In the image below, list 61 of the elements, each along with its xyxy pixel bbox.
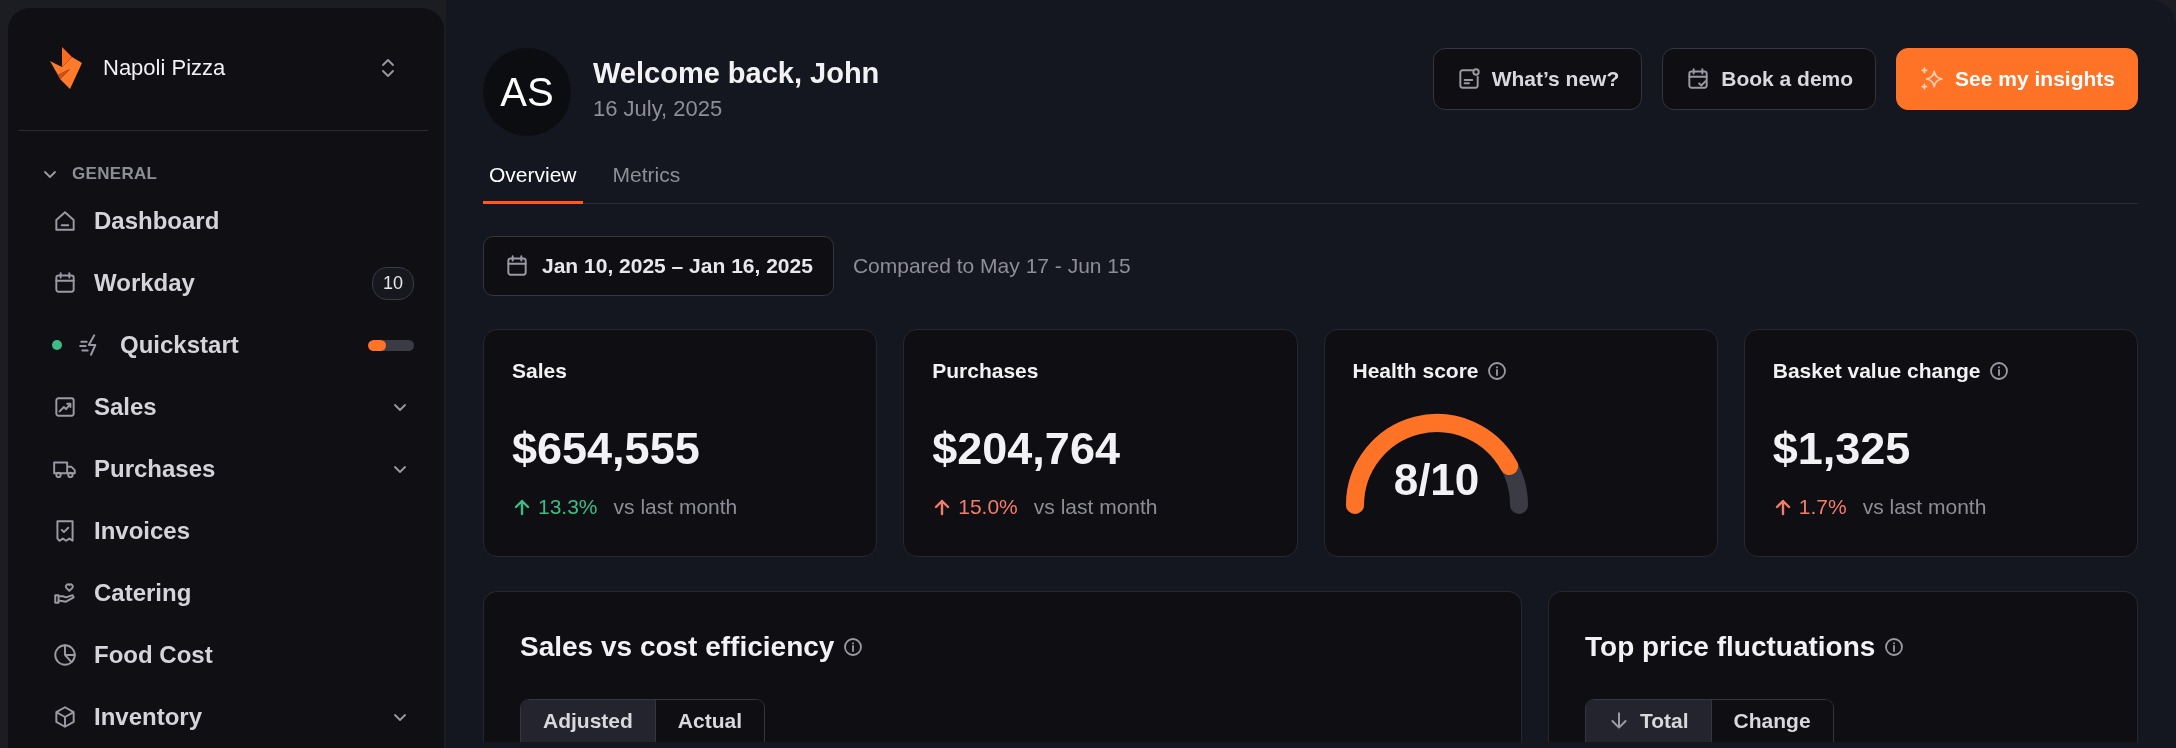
card-title: Purchases	[932, 359, 1039, 383]
logo-icon	[48, 47, 84, 89]
card-title: Basket value change	[1772, 359, 1981, 383]
nav-item[interactable]: Food Cost	[8, 624, 444, 686]
segment-button[interactable]: Actual	[654, 700, 765, 742]
header-button[interactable]: What’s new?	[1432, 48, 1643, 110]
change-note: vs last month	[613, 495, 738, 519]
nav-item[interactable]: Invoices	[8, 500, 444, 562]
up-down-chevron-icon	[380, 57, 396, 79]
section-label: GENERAL	[72, 164, 158, 184]
card-value: $654,555	[512, 423, 701, 475]
segment-button[interactable]: Change	[1710, 700, 1833, 742]
change-percent: 13.3%	[538, 495, 598, 519]
tab[interactable]: Metrics	[606, 155, 687, 204]
tab[interactable]: Overview	[483, 155, 583, 204]
nav-label: Catering	[94, 579, 193, 607]
change-note: vs last month	[1862, 495, 1987, 519]
avatar: AS	[483, 48, 571, 136]
nav-label: Sales	[94, 393, 158, 421]
panel-title: Sales vs cost efficiency	[520, 631, 835, 663]
card-value: $204,764	[932, 423, 1121, 475]
nav-item[interactable]: Workday 10	[8, 252, 444, 314]
chart-icon	[52, 394, 78, 420]
date-range-button[interactable]: Jan 10, 2025 – Jan 16, 2025	[483, 236, 834, 296]
card-title: Health score	[1352, 359, 1479, 383]
nav-label: Food Cost	[94, 641, 214, 669]
header-button[interactable]: Book a demo	[1662, 48, 1877, 110]
date: 16 July, 2025	[593, 96, 724, 122]
hand-heart-icon	[52, 580, 78, 606]
calendar-icon	[504, 253, 530, 279]
nav-label: Invoices	[94, 517, 192, 545]
nav-item[interactable]: Sales	[8, 376, 444, 438]
greeting: Welcome back, John	[593, 56, 881, 90]
comparison-text: Compared to May 17 - Jun 15	[852, 254, 1131, 278]
nav-label: Dashboard	[94, 207, 221, 235]
card-title: Sales	[512, 359, 567, 383]
change-note: vs last month	[1033, 495, 1158, 519]
nav-item[interactable]: Catering	[8, 562, 444, 624]
box-icon	[52, 704, 78, 730]
house-icon	[52, 208, 78, 234]
calendar-icon	[52, 270, 78, 296]
panel-title: Top price fluctuations	[1585, 631, 1876, 663]
segment-button[interactable]: Total	[1586, 700, 1711, 742]
nav-label: Quickstart	[120, 331, 240, 359]
count-badge: 10	[371, 266, 414, 300]
change-percent: 15.0%	[958, 495, 1018, 519]
progress-bar	[368, 339, 414, 351]
change-percent: 1.7%	[1798, 495, 1847, 519]
business-name[interactable]: Napoli Pizza	[103, 55, 380, 81]
nav-label: Inventory	[94, 703, 204, 731]
nav-label: Purchases	[94, 455, 217, 483]
gauge-value: 8/10	[1392, 455, 1481, 505]
segment-button[interactable]: Adjusted	[521, 700, 655, 742]
card-value: $1,325	[1772, 423, 1912, 475]
nav-label: Workday	[94, 269, 196, 297]
pie-chart-icon	[52, 642, 78, 668]
nav-item[interactable]: Dashboard	[8, 190, 444, 252]
nav-item[interactable]: Inventory	[8, 686, 444, 748]
section-header[interactable]: GENERAL	[42, 161, 444, 187]
nav-item[interactable]: Quickstart	[8, 314, 444, 376]
nav-item[interactable]: Purchases	[8, 438, 444, 500]
